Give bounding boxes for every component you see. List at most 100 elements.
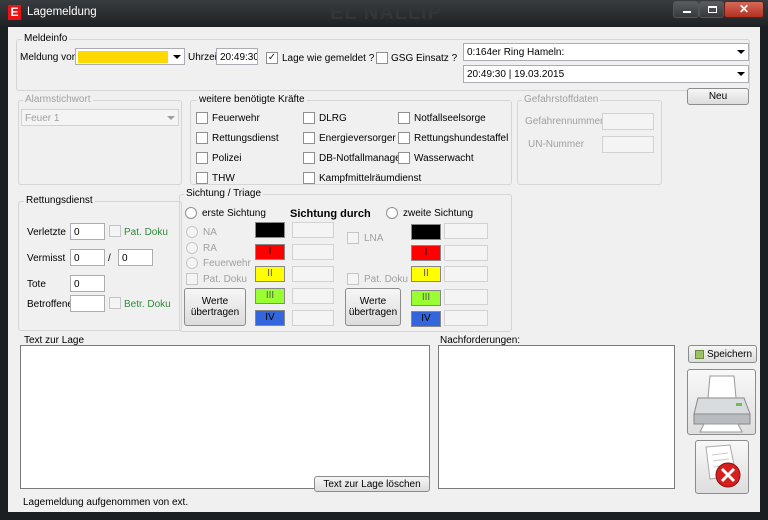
text-zur-lage-textarea[interactable] (20, 345, 430, 489)
title-bar[interactable]: E Lagemeldung EL NALLIP ✕ (0, 0, 768, 26)
erste-sichtung-label: erste Sichtung (202, 208, 266, 219)
kampfmittelraeumdienst-label: Kampfmittelräumdienst (319, 173, 422, 184)
triage-count-blue-2[interactable] (444, 310, 488, 326)
un-nummer-label: UN-Nummer (528, 139, 585, 150)
lage-wie-gemeldet-checkbox[interactable]: ✓ (266, 52, 278, 64)
uhrzeit-label: Uhrzeit (188, 52, 220, 63)
rettungsdienst-group-label: Rettungsdienst (24, 195, 95, 206)
betroffene-label: Betroffene (27, 299, 73, 310)
feuerwehr-checkbox[interactable] (196, 112, 208, 124)
datetime-select-value: 20:49:30 | 19.03.2015 (467, 69, 565, 80)
chevron-down-icon (737, 50, 745, 54)
triage2-swatch-green: III (411, 290, 441, 306)
meldung-von-value (78, 51, 168, 63)
vermisst-separator: / (108, 253, 111, 264)
lage-wie-gemeldet-label: Lage wie gemeldet ? (282, 53, 375, 64)
uhrzeit-field[interactable]: 20:49:30 (216, 48, 258, 65)
triage-count-blue-1[interactable] (292, 310, 334, 326)
energieversorger-label: Energieversorger (319, 133, 396, 144)
speichern-button[interactable]: Speichern (688, 345, 757, 363)
triage-swatch-blue: IV (255, 310, 285, 326)
datetime-select[interactable]: 20:49:30 | 19.03.2015 (463, 65, 749, 83)
triage-swatch-black (255, 222, 285, 238)
feuerwehr-label: Feuerwehr (212, 113, 260, 124)
db-notfallmanager-label: DB-Notfallmanager (319, 153, 405, 164)
lna-label: LNA (364, 233, 384, 244)
na-label: NA (203, 227, 217, 238)
triage-count-red-2[interactable] (444, 245, 488, 261)
feuerwehr-sichtung-label: Feuerwehr (203, 258, 251, 269)
wasserwacht-label: Wasserwacht (414, 153, 474, 164)
na-radio[interactable] (186, 226, 198, 238)
alarmstichwort-select[interactable]: Feuer 1 (21, 109, 179, 126)
meldeinfo-group-label: Meldeinfo (22, 33, 70, 44)
un-nummer-field[interactable] (602, 136, 654, 153)
location-select[interactable]: 0:164er Ring Hameln: (463, 43, 749, 61)
maximize-button[interactable] (699, 1, 724, 18)
chevron-down-icon (167, 116, 175, 120)
sichtung-pat-doku-checkbox[interactable] (186, 273, 198, 285)
close-button[interactable]: ✕ (724, 1, 764, 18)
notfallseelsorge-label: Notfallseelsorge (414, 113, 486, 124)
sichtung-durch-label: Sichtung durch (290, 208, 371, 220)
gefahrennummer-label: Gefahrennummer (525, 116, 604, 127)
app-logo-icon: E (8, 5, 21, 20)
polizei-checkbox[interactable] (196, 152, 208, 164)
triage-count-black-1[interactable] (292, 222, 334, 238)
ra-radio[interactable] (186, 242, 198, 254)
close-icon: ✕ (739, 2, 750, 16)
gefahrennummer-field[interactable] (602, 113, 654, 130)
kraefte-group-label: weitere benötigte Kräfte (197, 94, 307, 105)
rettungsdienst-label: Rettungsdienst (212, 133, 279, 144)
zweite-sichtung-radio[interactable] (386, 207, 398, 219)
kampfmittelraeumdienst-checkbox[interactable] (303, 172, 315, 184)
zweite-sichtung-label: zweite Sichtung (403, 208, 474, 219)
notfallseelsorge-checkbox[interactable] (398, 112, 410, 124)
triage-count-black-2[interactable] (444, 223, 488, 239)
neu-button[interactable]: Neu (687, 88, 749, 105)
background-title-ghost: EL NALLIP (330, 2, 442, 24)
delete-button[interactable] (695, 440, 749, 494)
werte-uebertragen-button-2[interactable]: Werte übertragen (345, 288, 401, 326)
verletzte-field[interactable]: 0 (70, 223, 105, 240)
triage-count-yellow-1[interactable] (292, 266, 334, 282)
speichern-label: Speichern (707, 348, 753, 360)
polizei-label: Polizei (212, 153, 242, 164)
rettungshundestaffel-checkbox[interactable] (398, 132, 410, 144)
rettungsdienst-checkbox[interactable] (196, 132, 208, 144)
triage2-swatch-yellow: II (411, 266, 441, 282)
print-button[interactable] (687, 369, 756, 435)
triage-count-green-2[interactable] (444, 289, 488, 305)
gsg-einsatz-checkbox[interactable] (376, 52, 388, 64)
sichtung-pat-doku2-checkbox[interactable] (347, 273, 359, 285)
minimize-button[interactable] (673, 1, 699, 18)
triage-count-green-1[interactable] (292, 288, 334, 304)
location-select-value: 0:164er Ring Hameln: (467, 47, 565, 58)
client-area: Meldeinfo Meldung von Uhrzeit 20:49:30 ✓… (8, 27, 760, 512)
dlrg-checkbox[interactable] (303, 112, 315, 124)
text-zur-lage-loeschen-button[interactable]: Text zur Lage löschen (314, 476, 430, 492)
energieversorger-checkbox[interactable] (303, 132, 315, 144)
meldung-von-select[interactable] (75, 48, 185, 65)
lna-checkbox[interactable] (347, 232, 359, 244)
werte-uebertragen-button-1[interactable]: Werte übertragen (184, 288, 246, 326)
rettungshundestaffel-label: Rettungshundestaffel (414, 133, 509, 144)
wasserwacht-checkbox[interactable] (398, 152, 410, 164)
status-text: Lagemeldung aufgenommen von ext. (23, 497, 189, 508)
betr-doku-checkbox[interactable] (109, 297, 121, 309)
db-notfallmanager-checkbox[interactable] (303, 152, 315, 164)
alarmstichwort-label: Alarmstichwort (23, 94, 93, 105)
pat-doku-checkbox[interactable] (109, 225, 121, 237)
sichtung-group-label: Sichtung / Triage (184, 188, 264, 199)
tote-field[interactable]: 0 (70, 275, 105, 292)
feuerwehr-radio[interactable] (186, 257, 198, 269)
thw-checkbox[interactable] (196, 172, 208, 184)
nachforderungen-textarea[interactable] (438, 345, 675, 489)
triage-count-yellow-2[interactable] (444, 266, 488, 282)
betroffene-field[interactable] (70, 295, 105, 312)
triage-count-red-1[interactable] (292, 244, 334, 260)
vermisst-found-field[interactable]: 0 (118, 249, 153, 266)
vermisst-field[interactable]: 0 (70, 249, 105, 266)
alarmstichwort-value: Feuer 1 (25, 113, 60, 124)
erste-sichtung-radio[interactable] (185, 207, 197, 219)
